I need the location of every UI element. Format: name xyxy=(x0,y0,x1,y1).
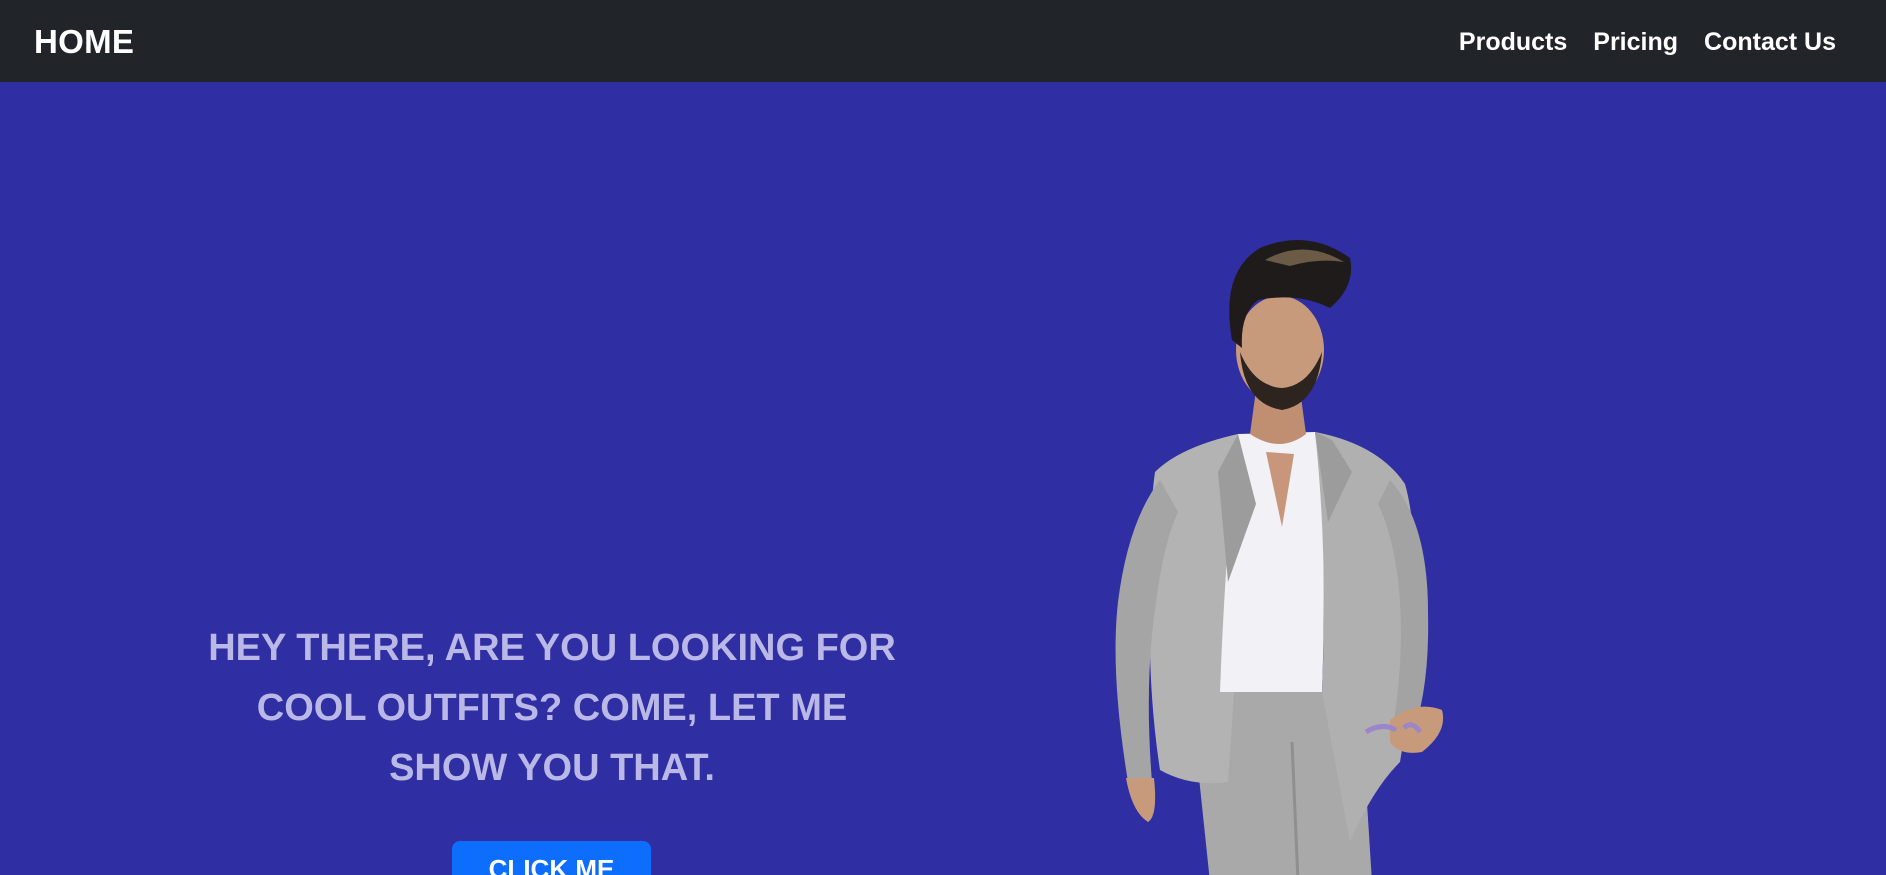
hero-headline: HEY THERE, ARE YOU LOOKING FOR COOL OUTF… xyxy=(208,627,896,789)
nav-links: Products Pricing Contact Us xyxy=(1459,26,1836,57)
left-hand xyxy=(1126,778,1156,822)
home-link[interactable]: HOME xyxy=(34,21,134,61)
hero-model-image xyxy=(1115,240,1444,875)
top-navbar: HOME Products Pricing Contact Us xyxy=(0,0,1886,82)
hero-section: HEY THERE, ARE YOU LOOKING FOR COOL OUTF… xyxy=(0,82,1886,875)
nav-link-contact-us[interactable]: Contact Us xyxy=(1704,26,1836,57)
nav-link-pricing[interactable]: Pricing xyxy=(1593,26,1678,57)
click-me-button[interactable]: CLICK ME xyxy=(452,841,651,875)
nav-link-products[interactable]: Products xyxy=(1459,26,1567,57)
